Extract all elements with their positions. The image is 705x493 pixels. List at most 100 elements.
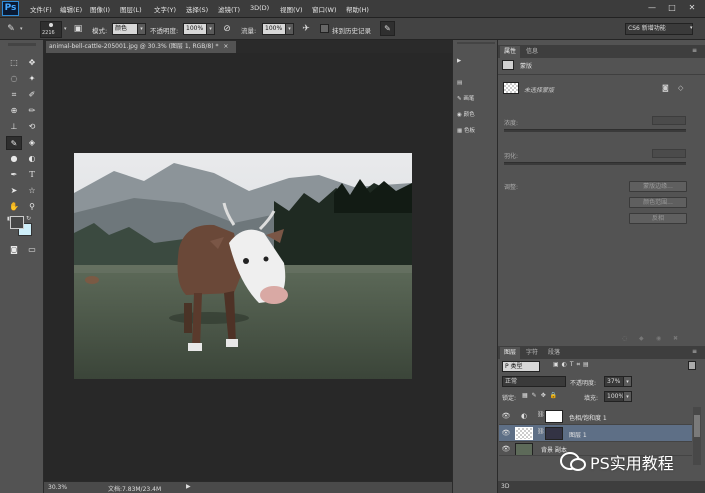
marquee-tool-icon[interactable]: ⬚ bbox=[6, 56, 22, 70]
color-range-button[interactable]: 颜色范围... bbox=[629, 197, 687, 208]
visibility-eye-icon[interactable]: 👁 bbox=[501, 444, 511, 454]
foreground-color-swatch[interactable] bbox=[10, 216, 24, 229]
flow-arrow-icon[interactable]: ▾ bbox=[285, 23, 294, 35]
layer-thumbnail[interactable] bbox=[515, 427, 533, 440]
mask-thumbnail[interactable] bbox=[503, 82, 519, 94]
layer-filter-icons[interactable]: ▣◐T⌗▤ bbox=[553, 361, 592, 369]
fill-input[interactable]: 100% bbox=[604, 391, 624, 402]
erase-history-checkbox[interactable] bbox=[320, 24, 329, 33]
move-tool-icon[interactable]: ✥ bbox=[24, 56, 40, 70]
clone-stamp-tool-icon[interactable]: ⊥ bbox=[6, 120, 22, 134]
brush-panel-icon[interactable]: ▣ bbox=[70, 21, 86, 37]
dock-grip[interactable] bbox=[457, 42, 495, 44]
menu-window[interactable]: 窗口(W) bbox=[312, 4, 337, 15]
layers-panel-menu-icon[interactable]: ≡ bbox=[692, 348, 697, 355]
history-panel-button[interactable]: ▤ bbox=[457, 76, 497, 90]
brush-tool-icon[interactable]: ✏ bbox=[24, 104, 40, 118]
pixel-mask-icon[interactable]: ◙ bbox=[662, 84, 669, 92]
menu-type[interactable]: 文字(Y) bbox=[154, 4, 176, 15]
path-selection-tool-icon[interactable]: ➤ bbox=[6, 184, 22, 198]
blend-mode-select[interactable]: 正常 bbox=[502, 376, 566, 387]
quick-mask-icon[interactable]: ◙ bbox=[6, 243, 22, 257]
layer-name[interactable]: 图层 1 bbox=[569, 430, 587, 439]
menu-select[interactable]: 选择(S) bbox=[186, 4, 208, 15]
density-slider[interactable] bbox=[504, 129, 686, 132]
airbrush-icon[interactable]: ✈ bbox=[298, 21, 314, 37]
shape-tool-icon[interactable]: ☆ bbox=[24, 184, 40, 198]
history-brush-tool-icon[interactable]: ⟲ bbox=[24, 120, 40, 134]
fill-arrow-icon[interactable]: ▾ bbox=[623, 391, 632, 402]
paint-bucket-tool-icon[interactable]: ◈ bbox=[24, 136, 40, 150]
panel-menu-icon[interactable]: ≡ bbox=[692, 47, 697, 54]
document-image[interactable] bbox=[74, 153, 412, 379]
menu-file[interactable]: 文件(F) bbox=[30, 4, 52, 15]
workspace-select[interactable]: CS6 新增功能 bbox=[625, 23, 693, 35]
chain-link-icon[interactable]: ⛓ bbox=[537, 411, 545, 418]
filter-toggle-icon[interactable] bbox=[688, 361, 696, 370]
tab-properties[interactable]: 属性 bbox=[500, 46, 521, 58]
color-panel-button[interactable]: ◉ 颜色 bbox=[457, 108, 497, 122]
brush-preset-picker[interactable]: 2216 bbox=[40, 21, 62, 38]
visibility-eye-icon[interactable]: 👁 bbox=[501, 428, 511, 438]
layer-opacity-input[interactable]: 37% bbox=[604, 376, 624, 387]
toolbox-grip[interactable] bbox=[8, 43, 36, 46]
blur-tool-icon[interactable]: ● bbox=[6, 152, 22, 166]
restore-button[interactable]: □ bbox=[666, 2, 678, 14]
tab-3d[interactable]: 3D bbox=[501, 483, 509, 490]
menu-layer[interactable]: 图层(L) bbox=[120, 4, 142, 15]
menu-image[interactable]: 图像(I) bbox=[90, 4, 110, 15]
type-tool-icon[interactable]: T bbox=[24, 168, 40, 182]
menu-3d[interactable]: 3D(D) bbox=[250, 4, 269, 15]
status-menu-arrow-icon[interactable]: ▶ bbox=[186, 483, 191, 490]
tab-info[interactable]: 信息 bbox=[522, 46, 542, 58]
actions-panel-button[interactable]: ▶ bbox=[457, 54, 497, 68]
brush-presets-panel-button[interactable]: ✎ 画笔 bbox=[457, 92, 497, 106]
layer-row-layer1[interactable]: 👁 ⛓ 图层 1 bbox=[499, 425, 692, 442]
screen-mode-icon[interactable]: ▭ bbox=[24, 243, 40, 257]
workspace-arrow-icon[interactable]: ▾ bbox=[690, 25, 693, 31]
healing-brush-tool-icon[interactable]: ⊕ bbox=[6, 104, 22, 118]
layer-opacity-arrow-icon[interactable]: ▾ bbox=[623, 376, 632, 387]
crop-tool-icon[interactable]: ⌗ bbox=[6, 88, 22, 102]
eraser-tool-icon[interactable]: ✎ bbox=[6, 136, 22, 150]
swatches-panel-button[interactable]: ▦ 色板 bbox=[457, 124, 497, 138]
chain-link-icon[interactable]: ⛓ bbox=[537, 428, 545, 435]
layer-row-hue[interactable]: 👁 ◐ ⛓ 色相/饱和度 1 bbox=[499, 408, 692, 425]
mode-select-arrow-icon[interactable]: ▾ bbox=[137, 23, 146, 35]
vector-mask-icon[interactable]: ◇ bbox=[678, 84, 683, 92]
tablet-pressure-icon[interactable]: ✎ bbox=[380, 21, 395, 36]
invert-button[interactable]: 反相 bbox=[629, 213, 687, 224]
density-input[interactable] bbox=[652, 116, 686, 125]
document-tab-close-icon[interactable]: × bbox=[223, 43, 228, 50]
layer-mask-thumbnail[interactable] bbox=[545, 427, 563, 440]
eyedropper-tool-icon[interactable]: ✐ bbox=[24, 88, 40, 102]
menu-view[interactable]: 视图(V) bbox=[280, 4, 303, 15]
pen-tool-icon[interactable]: ✒ bbox=[6, 168, 22, 182]
mode-select[interactable]: 颜色 bbox=[112, 23, 138, 35]
apply-mask-icon[interactable]: ◆ bbox=[639, 335, 644, 342]
layer-filter-select[interactable]: P 类型 bbox=[502, 361, 540, 372]
hand-tool-icon[interactable]: ✋ bbox=[6, 200, 22, 214]
tool-preset-arrow-icon[interactable]: ▾ bbox=[20, 26, 26, 32]
close-button[interactable]: ✕ bbox=[686, 2, 698, 14]
lasso-tool-icon[interactable]: ◌ bbox=[6, 72, 22, 86]
eraser-tool-icon[interactable]: ✎ bbox=[3, 21, 19, 37]
mask-edge-button[interactable]: 蒙版边缘... bbox=[629, 181, 687, 192]
opacity-input[interactable]: 100% bbox=[183, 23, 207, 35]
flow-input[interactable]: 100% bbox=[262, 23, 286, 35]
pressure-opacity-icon[interactable]: ⊘ bbox=[219, 21, 235, 37]
swap-colors-icon[interactable]: ↻ bbox=[26, 215, 31, 222]
menu-filter[interactable]: 滤镜(T) bbox=[218, 4, 240, 15]
document-tab[interactable]: animal-bell-cattle-205001.jpg @ 30.3% (图… bbox=[46, 41, 236, 53]
layer-mask-thumbnail[interactable] bbox=[545, 410, 563, 423]
lock-icons[interactable]: ▦✎✥🔒 bbox=[522, 392, 561, 399]
menu-help[interactable]: 帮助(H) bbox=[346, 4, 369, 15]
opacity-arrow-icon[interactable]: ▾ bbox=[206, 23, 215, 35]
tab-layers[interactable]: 图层 bbox=[500, 347, 521, 359]
menu-edit[interactable]: 编辑(E) bbox=[60, 4, 82, 15]
layers-scrollbar-thumb[interactable] bbox=[694, 415, 700, 437]
feather-slider[interactable] bbox=[504, 162, 686, 165]
dodge-tool-icon[interactable]: ◐ bbox=[24, 152, 40, 166]
delete-mask-icon[interactable]: ✖ bbox=[673, 335, 678, 342]
tab-paragraph[interactable]: 段落 bbox=[544, 347, 564, 359]
